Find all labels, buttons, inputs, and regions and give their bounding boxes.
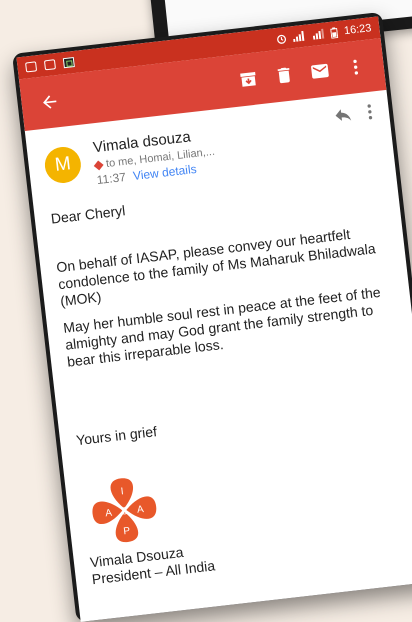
mark-unread-button[interactable] (300, 51, 340, 91)
alarm-icon (277, 34, 287, 44)
phone: 16:23 M Vimala dsouza to me, Homai, Lili… (12, 11, 412, 622)
delete-button[interactable] (264, 55, 304, 95)
archive-icon (240, 71, 256, 87)
avatar-letter: M (53, 153, 72, 176)
battery-icon (330, 26, 339, 39)
signal-2-icon (313, 28, 325, 40)
header-actions (332, 101, 379, 131)
iasap-logo: I A S A P (92, 478, 157, 543)
signal-icon (293, 30, 305, 43)
back-button[interactable] (30, 82, 70, 122)
phone-screen: 16:23 M Vimala dsouza to me, Homai, Lili… (16, 16, 412, 622)
more-options-button[interactable] (336, 47, 376, 87)
back-arrow-icon (43, 95, 57, 109)
app-notification-icon (62, 57, 75, 69)
status-time: 16:23 (343, 22, 373, 38)
more-vert-icon (367, 104, 373, 120)
reply-button[interactable] (332, 104, 355, 131)
reply-icon (335, 109, 352, 121)
logo-letter-s: S (121, 506, 129, 518)
important-tag-icon (93, 159, 104, 170)
mail-icon (311, 63, 329, 79)
email-body: Dear Cheryl On behalf of IASAP, please c… (32, 153, 412, 590)
archive-button[interactable] (228, 59, 268, 99)
crop-notification-icon (43, 59, 56, 71)
screenshot-notification-icon (25, 61, 38, 73)
delete-icon (277, 67, 290, 84)
more-vert-icon (353, 59, 359, 75)
avatar: M (42, 145, 83, 185)
message-more-button[interactable] (362, 101, 379, 127)
